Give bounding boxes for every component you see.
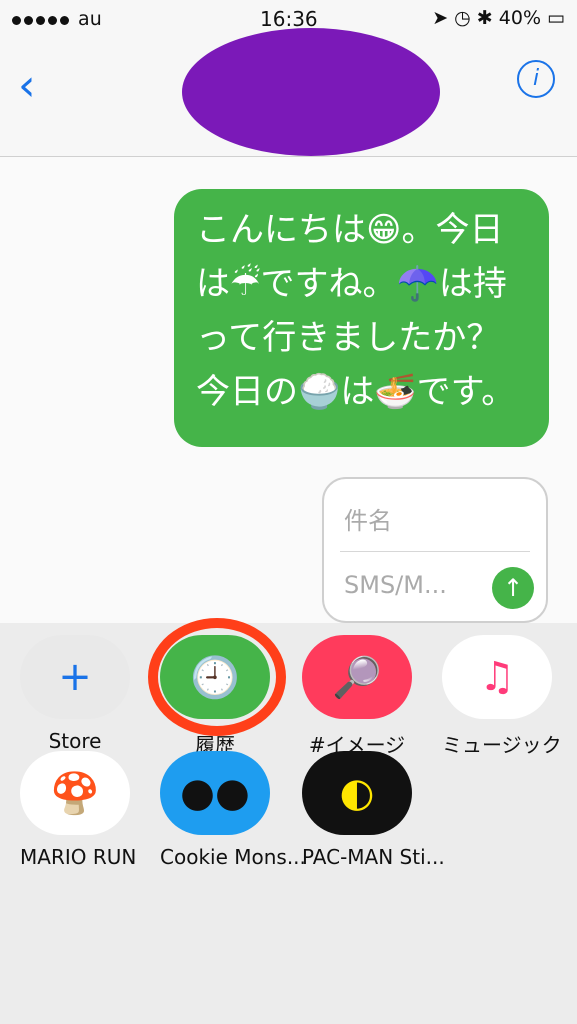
contact-avatar [182,28,440,156]
subject-placeholder[interactable]: 件名 [344,501,392,536]
app-drawer: + Store 🕘 履歴 🔎 #イメージ ♫ ミュージック 🍄 MARIO RUN ●● C… [0,623,577,1024]
app-music[interactable]: ♫ ミュージック [442,635,562,758]
music-icon: ♫ [442,635,552,719]
highlight-circle [148,618,286,736]
signal-dots [12,8,72,30]
battery-status: ➤ ◷ ✱ 40% ▭ [432,7,565,29]
conversation-header: ‹ i [0,28,577,157]
back-button[interactable]: ‹ [18,60,36,111]
message-thread: こんにちは😁。今日は☔ですね。☂️は持って行きましたか？今日の🍚は🍜です。 📷 … [0,157,577,771]
mario-icon: 🍄 [20,751,130,835]
compose-divider [340,551,530,552]
app-store[interactable]: + Store [20,635,130,753]
send-button[interactable]: ↑ [492,567,534,609]
plus-icon: + [20,635,130,719]
pacman-icon: ◐ [302,751,412,835]
sms-placeholder[interactable]: SMS/M... [344,571,447,599]
carrier-label: au [12,8,102,30]
image-search-icon: 🔎 [302,635,412,719]
cookie-monster-icon: ●● [160,751,270,835]
compose-field[interactable]: 件名 SMS/M... ↑ [322,477,548,623]
app-image-search[interactable]: 🔎 #イメージ [302,635,412,758]
app-mario-run[interactable]: 🍄 MARIO RUN [20,751,136,869]
info-button[interactable]: i [517,60,555,98]
app-pacman[interactable]: ◐ PAC-MAN Sti... [302,751,445,869]
message-bubble: こんにちは😁。今日は☔ですね。☂️は持って行きましたか？今日の🍚は🍜です。 [174,189,549,447]
app-cookie-monster[interactable]: ●● Cookie Mons... [160,751,306,869]
